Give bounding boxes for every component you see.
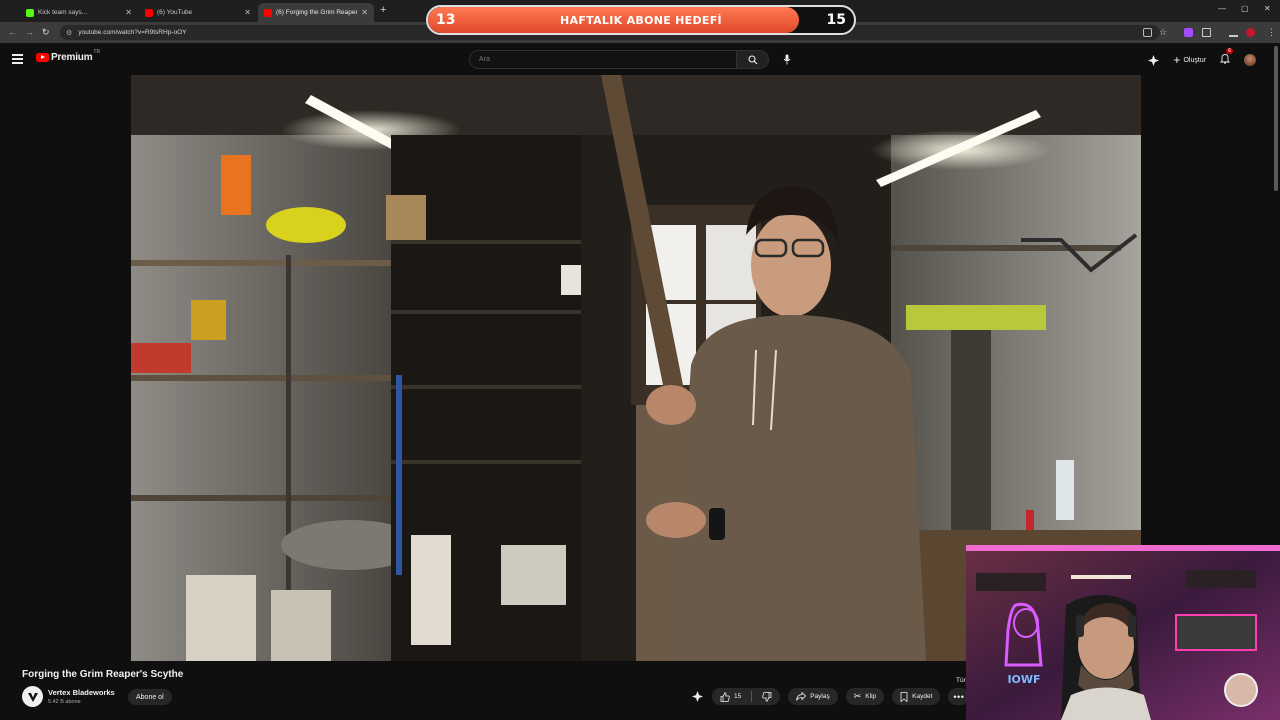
tab-kick[interactable]: Kick team says... ✕ (20, 3, 138, 22)
tab-youtube[interactable]: (6) YouTube ✕ (139, 3, 257, 22)
browser-menu-icon[interactable]: ⋮ (1267, 27, 1276, 38)
country-code: TR (93, 49, 101, 55)
microphone-icon (783, 54, 791, 64)
close-tab-icon[interactable]: ✕ (125, 8, 132, 17)
thumbs-down-icon[interactable] (762, 691, 772, 702)
neon-sign-text: IOWF (1007, 673, 1040, 686)
install-app-icon[interactable] (1143, 28, 1152, 37)
clip-label: Klip (865, 693, 877, 700)
voice-search-button[interactable] (780, 52, 794, 66)
notification-badge: 6 (1226, 48, 1233, 54)
kick-favicon-icon (26, 8, 34, 17)
thumbs-up-icon (720, 691, 730, 702)
new-tab-icon[interactable]: + (380, 4, 386, 16)
profile-icon[interactable] (1246, 28, 1255, 37)
search-icon (747, 54, 757, 64)
search-button[interactable] (737, 50, 769, 69)
share-button[interactable]: Paylaş (788, 688, 838, 705)
video-title: Forging the Grim Reaper's Scythe (22, 669, 184, 680)
extensions-puzzle-icon[interactable] (1202, 28, 1211, 37)
like-button[interactable]: 15 (720, 691, 742, 702)
clip-button[interactable]: ✂ Klip (845, 688, 885, 705)
save-label: Kaydet (912, 693, 933, 700)
close-tab-icon[interactable]: ✕ (244, 8, 251, 17)
subscriber-count: 5.42 B abone (48, 699, 81, 705)
minimize-icon[interactable]: — (1218, 4, 1226, 13)
channel-name[interactable]: Vertex Bladeworks (48, 688, 115, 697)
create-button[interactable]: + Oluştur (1173, 53, 1206, 67)
tab-title: (6) Forging the Grim Reaper's Sc (276, 9, 358, 16)
youtube-favicon-icon (145, 8, 153, 17)
share-arrow-icon (796, 692, 807, 701)
account-avatar[interactable] (1244, 54, 1256, 66)
youtube-play-icon (36, 53, 49, 62)
sparkle-icon[interactable] (690, 691, 704, 702)
language-label-partial: Tür (956, 677, 966, 684)
tab-title: Kick team says... (38, 9, 88, 16)
page-scrollbar[interactable] (1274, 46, 1278, 191)
subscribe-button[interactable]: Abone ol (128, 689, 172, 705)
forward-icon[interactable]: → (25, 27, 34, 37)
like-count: 15 (734, 693, 742, 700)
streamer-webcam-overlay: IOWF (966, 545, 1280, 720)
site-info-icon[interactable]: ⚙ (66, 29, 72, 37)
close-window-icon[interactable]: ✕ (1264, 4, 1271, 13)
webcam-frame: IOWF (966, 545, 1280, 720)
reload-icon[interactable]: ↻ (42, 27, 50, 38)
tab-video-active[interactable]: (6) Forging the Grim Reaper's Sc ✕ (258, 3, 374, 22)
bookmark-icon (900, 691, 908, 702)
youtube-favicon-icon (264, 8, 272, 17)
save-button[interactable]: Kaydet (892, 688, 941, 705)
youtube-header: Premium TR + Oluştur (0, 43, 1280, 75)
url-text: youtube.com/watch?v=R9tsRHp-oOY (78, 29, 187, 36)
more-horizontal-icon: ••• (953, 691, 965, 702)
search-input[interactable] (469, 50, 737, 69)
divider (751, 691, 753, 702)
create-label: Oluştur (1183, 56, 1206, 64)
goal-label: HAFTALIK ABONE HEDEFİ (560, 13, 722, 27)
extension-icon[interactable] (1184, 28, 1193, 37)
hamburger-menu-icon[interactable] (12, 54, 23, 66)
share-label: Paylaş (810, 693, 830, 700)
goal-current-count: 13 (436, 12, 456, 28)
goal-target-count: 15 (826, 12, 846, 28)
video-actions: 15 Paylaş ✂ Klip Kaydet ••• (690, 688, 970, 705)
header-actions: + Oluştur 6 (1148, 48, 1256, 69)
downloads-icon[interactable] (1229, 28, 1238, 37)
logo-text: Premium (51, 52, 93, 63)
subscriber-goal-bar: HAFTALIK ABONE HEDEFİ 13 15 (426, 5, 856, 35)
channel-avatar[interactable] (22, 686, 43, 707)
vertex-logo-icon (27, 692, 38, 702)
close-tab-icon[interactable]: ✕ (361, 8, 368, 17)
search-bar (469, 50, 769, 69)
back-icon[interactable]: ← (8, 27, 17, 37)
ask-ai-icon (691, 691, 703, 702)
notifications-button[interactable]: 6 (1219, 48, 1233, 69)
scissors-icon: ✂ (853, 691, 862, 701)
tab-title: (6) YouTube (157, 9, 193, 16)
bookmark-star-icon[interactable]: ☆ (1159, 27, 1167, 38)
bell-icon (1219, 54, 1231, 64)
like-dislike-group: 15 (712, 688, 781, 705)
youtube-premium-logo[interactable]: Premium TR (36, 49, 101, 63)
gemini-icon[interactable] (1148, 54, 1160, 66)
plus-icon: + (1173, 53, 1181, 67)
maximize-icon[interactable]: ▢ (1241, 4, 1249, 13)
